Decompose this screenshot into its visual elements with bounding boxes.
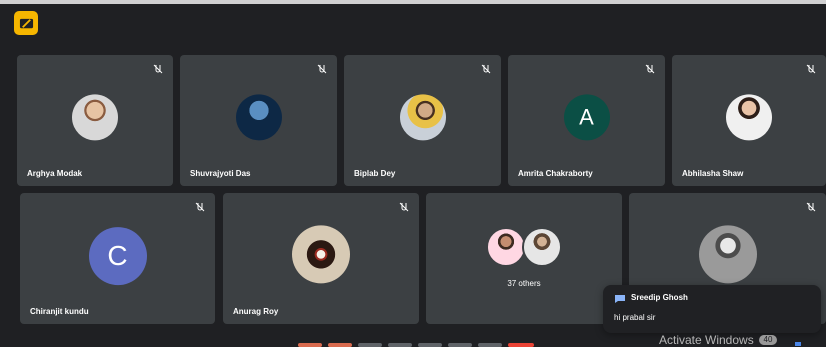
mic-off-icon [806, 202, 816, 212]
control-button[interactable] [478, 343, 502, 347]
others-avatars [486, 227, 562, 273]
chat-icon [615, 295, 625, 303]
chat-sender: Sreedip Ghosh [631, 293, 688, 302]
participant-tile-abhilasha-shaw[interactable]: Abhilasha Shaw [672, 55, 826, 186]
avatar [72, 93, 118, 140]
windows-watermark: Activate Windows [659, 333, 754, 347]
control-button[interactable] [298, 343, 322, 347]
avatar: A [563, 93, 610, 140]
avatar [486, 227, 526, 267]
avatar [698, 224, 757, 283]
mic-off-icon [399, 202, 409, 212]
notification-badge: 40 [759, 335, 777, 345]
chat-message: hi prabal sir [614, 313, 656, 322]
participant-name: Chiranjit kundu [30, 307, 89, 316]
bottom-controls [298, 343, 534, 347]
participant-tile-amrita-chakraborty[interactable]: A Amrita Chakraborty [508, 55, 665, 186]
mic-off-icon [153, 64, 163, 74]
control-button[interactable] [358, 343, 382, 347]
avatar [235, 93, 282, 140]
participant-name: Abhilasha Shaw [682, 169, 744, 178]
scroll-indicator [795, 342, 801, 346]
control-button[interactable] [418, 343, 442, 347]
participant-tile-anurag-roy[interactable]: Anurag Roy [223, 193, 419, 324]
mic-off-icon [481, 64, 491, 74]
leave-call-button[interactable] [508, 343, 534, 347]
participant-tile-shuvrajyoti-das[interactable]: Shuvrajyoti Das [180, 55, 337, 186]
participant-tile-biplab-dey[interactable]: Biplab Dey [344, 55, 501, 186]
avatar-letter: A [579, 103, 594, 129]
participant-name: Arghya Modak [27, 169, 83, 178]
chat-notification[interactable]: Sreedip Ghosh hi prabal sir [603, 285, 821, 333]
participant-tile-arghya-modak[interactable]: Arghya Modak [17, 55, 173, 186]
control-button[interactable] [328, 343, 352, 347]
participant-name: Anurag Roy [233, 307, 279, 316]
participant-name: Biplab Dey [354, 169, 396, 178]
participant-tile-chiranjit-kundu[interactable]: C Chiranjit kundu [20, 193, 215, 324]
avatar-letter: C [107, 239, 128, 271]
avatar [399, 93, 446, 140]
mic-off-icon [645, 64, 655, 74]
mic-off-icon [317, 64, 327, 74]
avatar [726, 93, 772, 140]
control-button[interactable] [448, 343, 472, 347]
participant-tile-others[interactable]: 37 others [426, 193, 622, 324]
video-call-screen: Arghya Modak Shuvrajyoti Das Biplab Dey … [0, 0, 826, 347]
others-count: 37 others [507, 279, 541, 288]
control-button[interactable] [388, 343, 412, 347]
present-icon[interactable] [14, 11, 38, 35]
participant-name: Amrita Chakraborty [518, 169, 593, 178]
participant-name: Shuvrajyoti Das [190, 169, 251, 178]
mic-off-icon [806, 64, 816, 74]
avatar [522, 227, 562, 267]
mic-off-icon [195, 202, 205, 212]
avatar [292, 224, 350, 283]
top-bar [0, 0, 826, 50]
avatar: C [88, 226, 147, 285]
